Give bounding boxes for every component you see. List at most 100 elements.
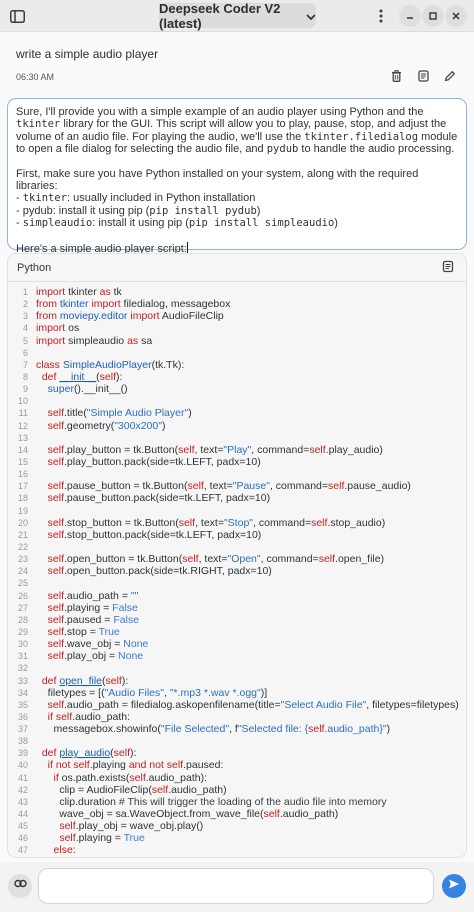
code-token: , command= — [251, 443, 310, 456]
line-number: 12 — [17, 420, 28, 431]
assistant-message-editor[interactable]: Sure, I'll provide you with a simple exa… — [7, 98, 467, 255]
text-run: - — [16, 217, 23, 230]
code-token: self — [178, 443, 195, 456]
copy-icon[interactable] — [415, 68, 431, 84]
code-text: self.audio_path = "" — [28, 590, 139, 602]
code-token: .play_audio) — [325, 443, 383, 456]
send-button[interactable] — [442, 874, 466, 898]
line-number: 44 — [17, 809, 28, 820]
trash-icon[interactable] — [388, 68, 404, 84]
requirement-item-tkinter: - tkinter: usually included in Python in… — [16, 192, 458, 204]
code-line: 43 clip.duration # This will trigger the… — [8, 796, 466, 808]
code-token: "Stop" — [223, 516, 254, 529]
code-content[interactable]: 1 import tkinter as tk 2 from tkinter impor… — [8, 286, 466, 857]
code-token: .geometry( — [64, 419, 115, 432]
code-token: self — [47, 650, 65, 663]
maximize-icon[interactable] — [422, 5, 444, 27]
line-number: 31 — [17, 651, 28, 662]
line-number: 7 — [22, 359, 28, 370]
line-number: 39 — [17, 748, 28, 759]
code-line: 45 self.play_obj = wave_obj.play() — [8, 820, 466, 832]
copy-code-icon[interactable] — [442, 260, 458, 276]
code-token: self — [47, 613, 65, 626]
line-number: 10 — [17, 396, 28, 407]
code-token: tkinter — [65, 286, 100, 298]
line-number: 41 — [17, 772, 28, 783]
code-line: 17 self.pause_button = tk.Button(self, t… — [8, 480, 466, 492]
line-number: 24 — [17, 566, 28, 577]
code-token: , f — [229, 723, 238, 736]
code-token: filedialog, messagebox — [120, 298, 231, 311]
sidebar-toggle-icon[interactable] — [6, 5, 28, 27]
code-token: "Selected file: { — [237, 723, 309, 736]
code-text: self.geometry("300x200") — [28, 419, 166, 432]
code-token: moviepy.editor — [59, 310, 128, 323]
code-text: class SimpleAudioPlayer(tk.Tk): — [28, 359, 184, 371]
code-line: 26 self.audio_path = "" — [8, 590, 466, 602]
attach-button[interactable] — [8, 874, 32, 898]
code-token: None — [123, 638, 149, 651]
line-number: 27 — [17, 602, 28, 613]
code-text: self.paused = False — [28, 614, 139, 626]
code-token: # This will trigger the loading of the a… — [118, 795, 387, 808]
edit-pencil-icon[interactable] — [442, 68, 458, 84]
code-line: 1 import tkinter as tk — [8, 286, 466, 298]
code-line: 42 clip = AudioFileClip(self.audio_path) — [8, 784, 466, 796]
code-token: self — [178, 516, 196, 529]
code-line: 29 self.stop = True — [8, 626, 466, 638]
inline-code: tkinter — [16, 118, 61, 131]
code-line: 13 — [8, 432, 466, 444]
text-run: ) — [334, 217, 338, 230]
menu-dots-icon[interactable] — [370, 5, 392, 27]
code-token: , text= — [198, 553, 228, 566]
line-number: 32 — [17, 663, 28, 674]
code-token: as — [127, 334, 139, 347]
model-selector-button[interactable]: Deepseek Coder V2 (latest) — [159, 1, 316, 31]
code-token: , text= — [203, 480, 233, 493]
code-token: .audio_path}" — [324, 723, 387, 736]
code-line: 6 — [8, 347, 466, 359]
line-number: 37 — [17, 724, 28, 735]
code-line: 10 — [8, 395, 466, 407]
code-line: 36 if self.audio_path: — [8, 711, 466, 723]
code-token: def — [41, 370, 57, 383]
code-token: , text= — [194, 443, 224, 456]
code-token: clip.duration — [36, 795, 119, 808]
code-token: import — [36, 322, 66, 335]
code-token: , command= — [260, 553, 319, 566]
code-token: .play_button.pack(side=tk.LEFT, padx=10) — [64, 455, 261, 468]
code-token: .open_button.pack(side=tk.RIGHT, padx=10… — [64, 565, 272, 578]
inline-code: simpleaudio — [22, 217, 93, 230]
code-token: .pause_button.pack(side=tk.LEFT, padx=10… — [64, 492, 271, 505]
code-text: if os.path.exists(self.audio_path): — [28, 772, 208, 784]
inline-code: pydub — [266, 143, 299, 156]
line-number: 5 — [22, 335, 28, 346]
code-token: play_audio — [59, 747, 111, 760]
code-token: open_file — [59, 674, 102, 687]
minimize-icon[interactable] — [399, 5, 421, 27]
line-number: 36 — [17, 711, 28, 722]
user-message-time: 06:30 AM — [16, 72, 55, 82]
code-token: filetypes = [( — [36, 686, 105, 699]
code-text: filetypes = [("Audio Files", "*.mp3 *.wa… — [28, 686, 268, 699]
message-input[interactable] — [38, 868, 434, 904]
code-token: )] — [260, 686, 268, 699]
line-number: 30 — [17, 639, 28, 650]
code-text: self.open_button = tk.Button(self, text=… — [28, 553, 384, 565]
code-text: self.playing = False — [28, 602, 138, 614]
code-line: 40 if not self.playing and not self.paus… — [8, 759, 466, 771]
code-token: def — [41, 674, 57, 687]
close-icon[interactable] — [445, 5, 467, 27]
code-token: SimpleAudioPlayer — [62, 358, 152, 371]
code-text: self.play_button = tk.Button(self, text=… — [28, 444, 383, 456]
code-line: 12 self.geometry("300x200") — [8, 420, 466, 432]
code-token: .playing — [89, 759, 129, 772]
